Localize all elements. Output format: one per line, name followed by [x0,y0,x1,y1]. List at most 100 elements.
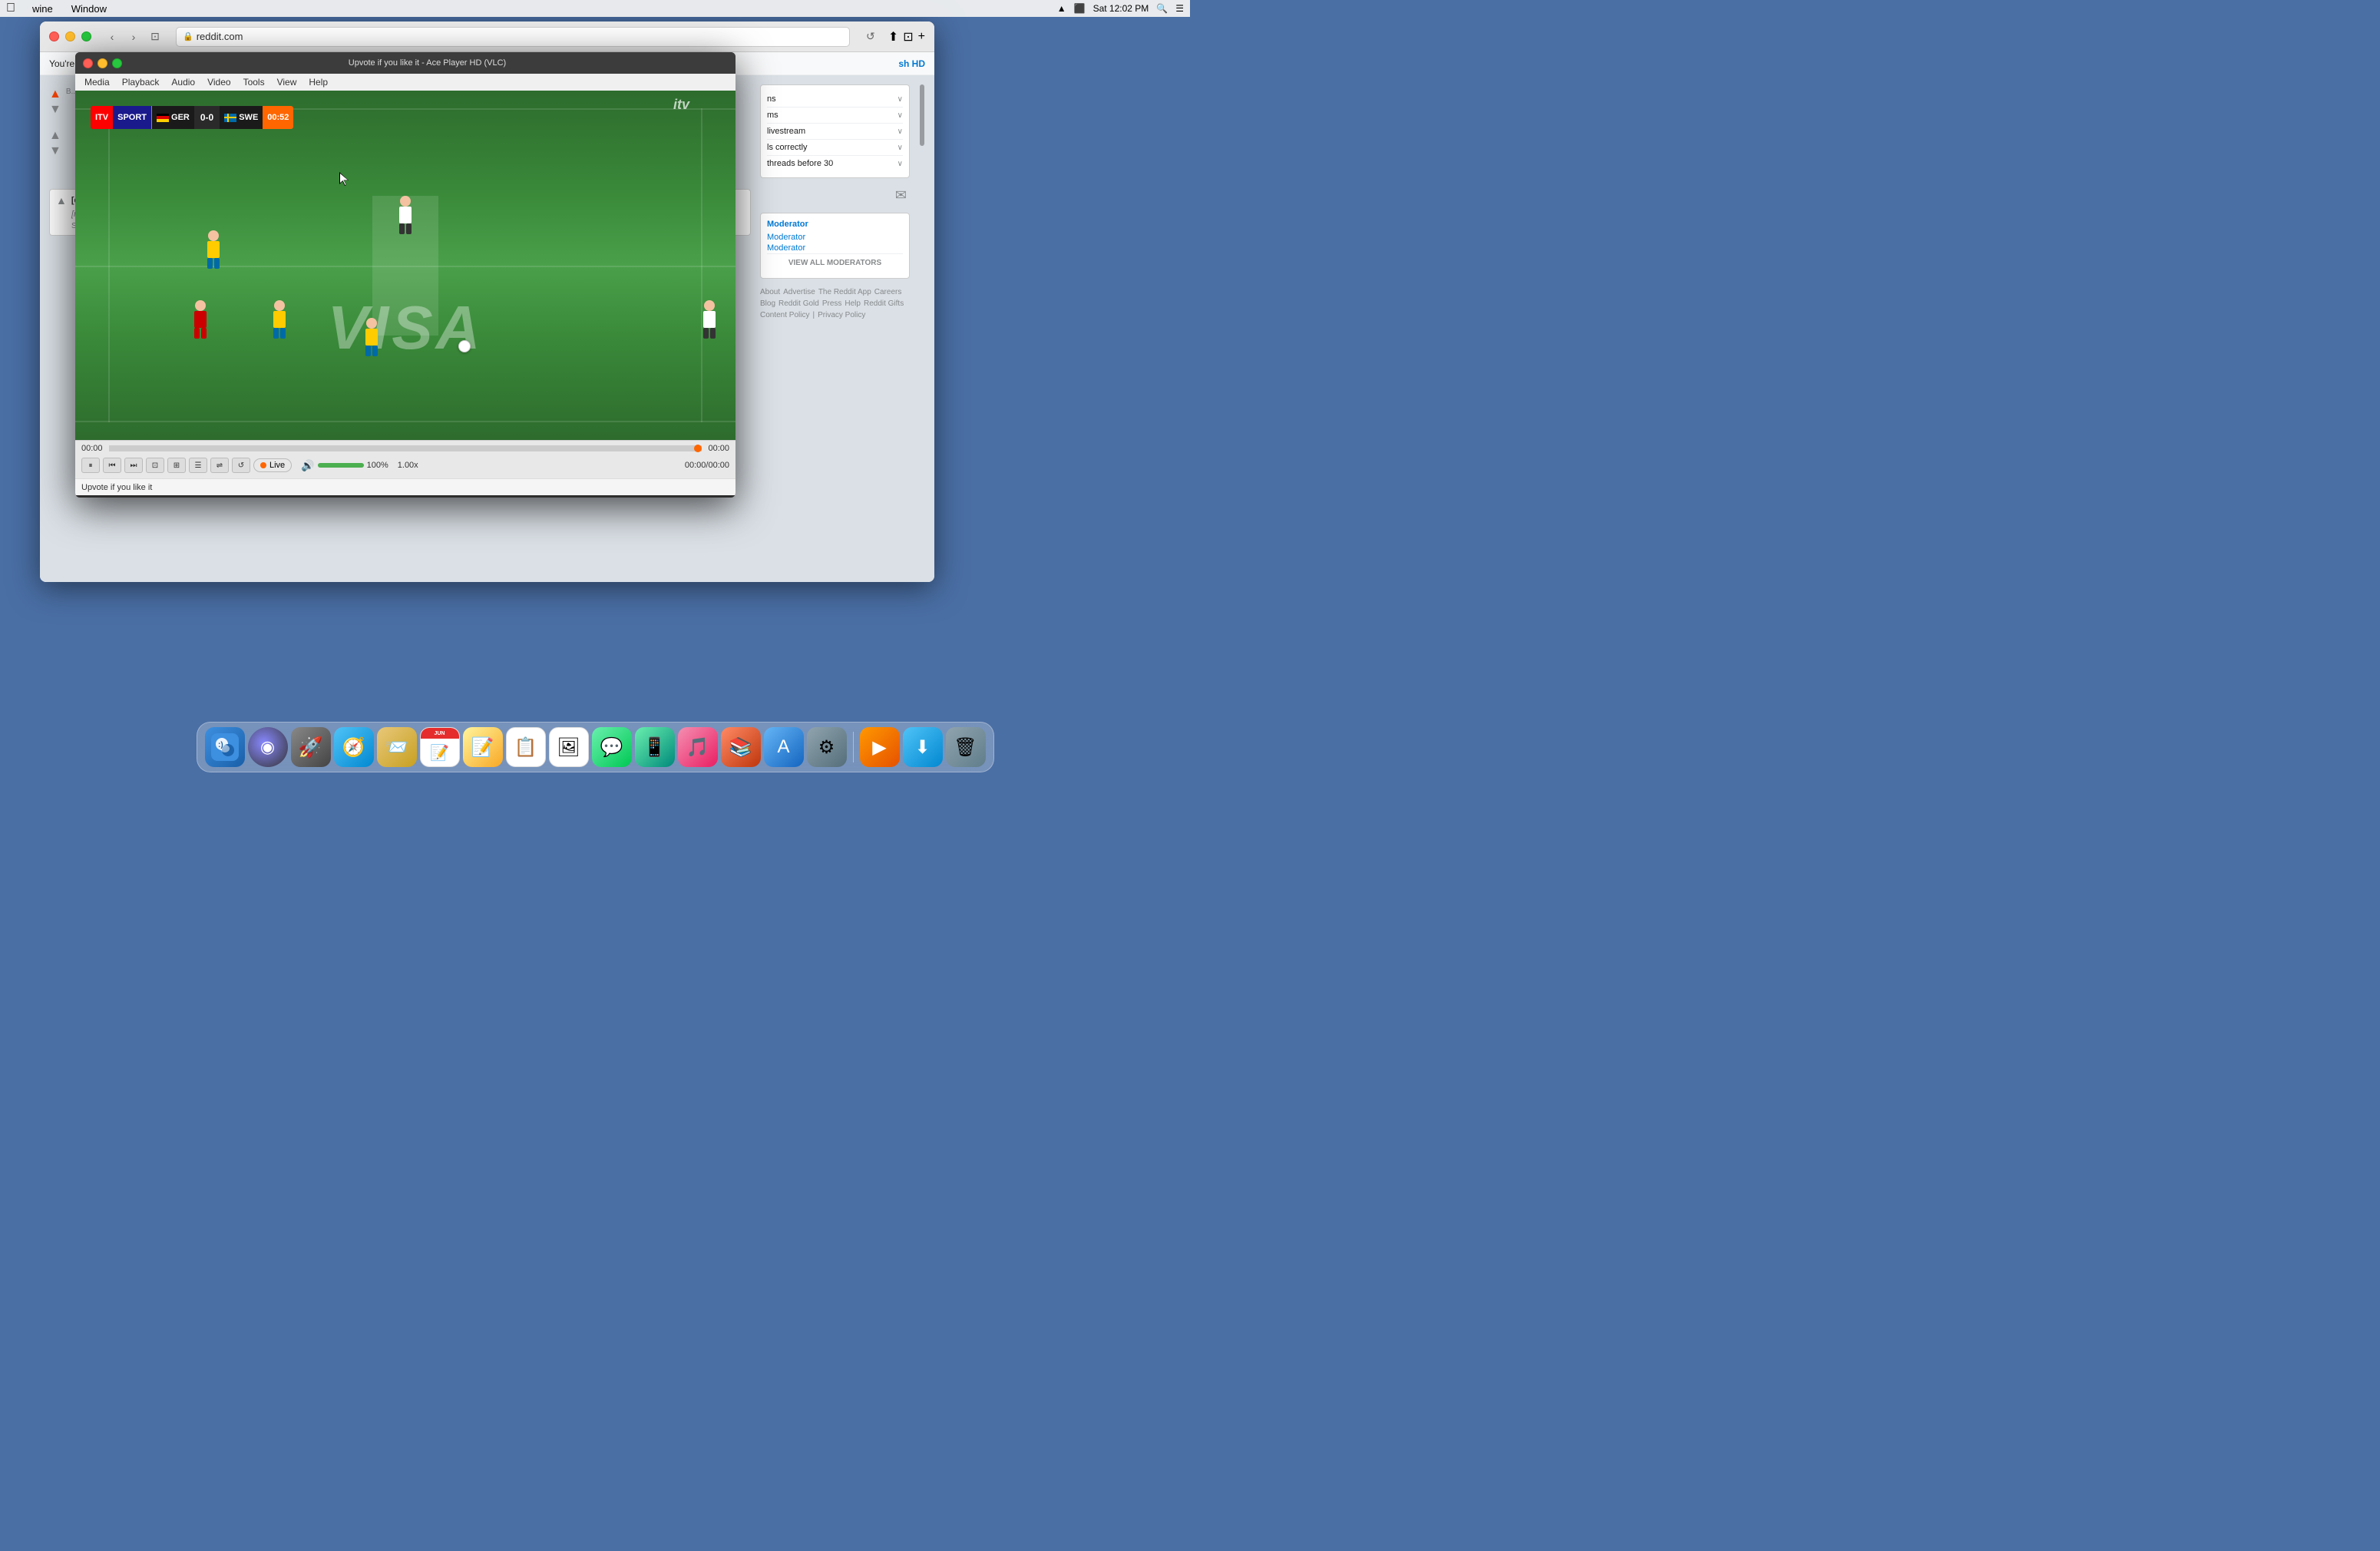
menubar-app-name[interactable]: wine [28,2,58,15]
dock-facetime[interactable]: 📱 [635,727,675,767]
dock-music[interactable]: 🎵 [678,727,718,767]
maximize-button[interactable] [81,31,91,41]
vlc-live-button[interactable]: Live [253,458,292,472]
footer-press[interactable]: Press [822,299,842,308]
vlc-speed[interactable]: 1.00x [398,461,418,470]
sidebar-section-ms[interactable]: ms ∨ [767,107,903,124]
menubar-control-icon[interactable]: ☰ [1175,3,1184,14]
dock-books[interactable]: 📚 [721,727,761,767]
new-tab-icon[interactable]: ⊡ [903,29,913,45]
swe-label: SWE [239,113,258,122]
dock-calendar[interactable]: JUN 📝 [420,727,460,767]
vlc-volume-bar[interactable] [318,463,364,468]
vlc-random-button[interactable]: ⇌ [210,458,229,473]
vlc-chapter-button[interactable]: ⊞ [167,458,186,473]
upvote-icon[interactable]: ▲ [49,88,61,101]
vlc-play-button[interactable]: ⏸ [81,458,100,473]
footer-reddit-gifts[interactable]: Reddit Gifts [864,299,904,308]
vlc-loop-button[interactable]: ↺ [232,458,250,473]
player-body [399,207,412,223]
vlc-menu-playback[interactable]: Playback [117,76,164,88]
sidebar-section-threads[interactable]: threads before 30 ∨ [767,156,903,171]
footer-privacy-policy[interactable]: Privacy Policy [818,311,865,319]
footer-advertise[interactable]: Advertise [783,288,815,296]
footer-about[interactable]: About [760,288,780,296]
dock-messages[interactable]: 💬 [592,727,632,767]
downvote-icon[interactable]: ▼ [49,103,61,117]
vlc-titlebar: Upvote if you like it - Ace Player HD (V… [75,52,735,74]
player-head-3 [274,300,285,311]
player-leg-r5 [201,328,207,339]
moderators-card: Moderator Moderator Moderator VIEW ALL M… [760,213,910,279]
dock-reminders[interactable]: 📋 [506,727,546,767]
footer-content-policy[interactable]: Content Policy [760,311,809,319]
vlc-minimize-button[interactable] [98,58,107,68]
vlc-video[interactable]: VISA ITV SPORT GER 0-0 SWE 00:52 itv [75,91,735,440]
vlc-menu-help[interactable]: Help [304,76,332,88]
vlc-menu-view[interactable]: View [273,76,302,88]
volume-icon[interactable]: 🔊 [301,459,314,472]
dock-rocket[interactable]: 🚀 [291,727,331,767]
sidebar-section-livestream[interactable]: livestream ∨ [767,124,903,140]
dock-appstore[interactable]: A [764,727,804,767]
reload-button[interactable]: ↺ [862,28,879,45]
player-head-5 [195,300,206,311]
footer-reddit-app[interactable]: The Reddit App [818,288,871,296]
dock-finder[interactable]: :) [205,727,245,767]
sidebar-section-ns[interactable]: ns ∨ [767,91,903,107]
tab-view-button[interactable]: ⊡ [147,28,164,45]
lock-icon: 🔒 [183,31,193,41]
vlc-prev-button[interactable]: ⏮ [103,458,121,473]
sidebar-livestream-chevron: ∨ [897,127,903,136]
dock-vlc[interactable]: ▶ [860,727,900,767]
dock-safari[interactable]: 🧭 [334,727,374,767]
minimize-button[interactable] [65,31,75,41]
close-button[interactable] [49,31,59,41]
dock-photos[interactable]: 🖼 [549,727,589,767]
share-icon[interactable]: ⬆ [888,29,898,45]
vlc-controls: 00:00 00:00 ⏸ ⏮ ⏭ ⊡ ⊞ ☰ ⇌ ↺ [75,440,735,478]
sidebar-ns-chevron: ∨ [897,95,903,104]
upvote-deleted[interactable]: ▲ [56,194,67,207]
vlc-menu-tools[interactable]: Tools [239,76,269,88]
footer-help[interactable]: Help [845,299,861,308]
mod-item-2[interactable]: Moderator [767,243,903,253]
dock-trash[interactable]: 🗑 [946,727,986,767]
dock-system-preferences[interactable]: ⚙ [807,727,847,767]
scrollbar[interactable] [919,84,925,573]
vlc-fullscreen-button[interactable]: ⊡ [146,458,164,473]
footer-blog[interactable]: Blog [760,299,775,308]
vlc-menu-media[interactable]: Media [80,76,114,88]
vlc-maximize-button[interactable] [112,58,122,68]
apple-menu[interactable]:  [6,2,15,15]
dock-send[interactable]: 📨 [377,727,417,767]
scrollbar-thumb[interactable] [920,84,924,146]
sidebar-section-correctly[interactable]: ls correctly ∨ [767,140,903,156]
add-tab-icon[interactable]: + [918,30,925,44]
upvote-icon-2[interactable]: ▲ [49,129,61,143]
volume-pct: 100% [367,461,388,470]
sidebar-correctly-label: ls correctly [767,143,808,152]
back-button[interactable]: ‹ [104,28,121,45]
vlc-next-button[interactable]: ⏭ [124,458,143,473]
forward-button[interactable]: › [125,28,142,45]
player-leg-r2 [214,258,220,269]
dock-downloads[interactable]: ⬇ [903,727,943,767]
footer-reddit-gold[interactable]: Reddit Gold [778,299,819,308]
mail-icon[interactable]: ✉ [895,187,907,203]
vlc-menu-audio[interactable]: Audio [167,76,200,88]
player-sweden-3 [365,318,378,356]
dock-siri[interactable]: ◉ [248,727,288,767]
dock-notes[interactable]: 📝 [463,727,503,767]
footer-careers[interactable]: Careers [874,288,902,296]
address-bar[interactable]: 🔒 reddit.com [176,27,850,47]
view-all-mods[interactable]: VIEW ALL MODERATORS [767,253,903,272]
mod-item-1[interactable]: Moderator [767,232,903,243]
vlc-close-button[interactable] [83,58,93,68]
vlc-playlist-button[interactable]: ☰ [189,458,207,473]
downvote-icon-2[interactable]: ▼ [49,144,61,158]
menubar-window[interactable]: Window [67,2,111,15]
vlc-progress-bar[interactable] [109,445,702,451]
menubar-search-icon[interactable]: 🔍 [1156,3,1168,14]
vlc-menu-video[interactable]: Video [203,76,235,88]
